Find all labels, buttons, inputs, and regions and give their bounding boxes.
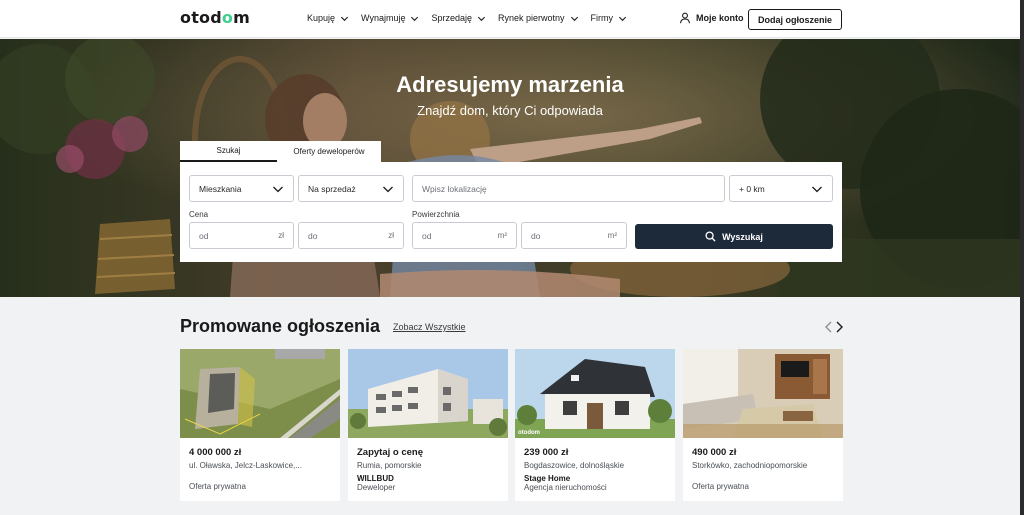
transaction-type-select[interactable]: Na sprzedaż: [298, 175, 404, 202]
chevron-down-icon: [618, 16, 627, 21]
nav-item-label: Firmy: [590, 13, 614, 23]
listing-card[interactable]: otodom 239 000 zł Bogdaszowice, dolnoślą…: [515, 349, 675, 501]
listing-location: Rumia, pomorskie: [357, 461, 422, 470]
chevron-down-icon: [383, 186, 393, 192]
logo-text-end: m: [233, 8, 250, 27]
price-from-placeholder: od: [199, 230, 209, 241]
promoted-section-title: Promowane ogłoszenia: [180, 316, 381, 336]
listing-seller-type: Oferta prywatna: [692, 482, 749, 491]
property-type-select[interactable]: Mieszkania: [189, 175, 294, 202]
area-from-placeholder: od: [422, 230, 432, 241]
top-header: otodom Kupuję Wynajmuję Sprzedaję Rynek …: [0, 0, 1020, 38]
nav-item-kupuje[interactable]: Kupuję: [307, 13, 349, 23]
area-unit: m²: [497, 231, 507, 240]
listing-seller-type: Deweloper: [357, 483, 396, 492]
carousel-arrows: [824, 321, 844, 333]
hero-title: Adresujemy marzenia: [396, 72, 624, 97]
listing-photo: [515, 349, 675, 438]
listing-card[interactable]: 490 000 zł Storkówko, zachodniopomorskie…: [683, 349, 843, 501]
listing-photo: [348, 349, 508, 438]
chevron-down-icon: [570, 16, 578, 21]
chevron-left-icon[interactable]: [824, 321, 833, 333]
listing-agency: Stage Home: [524, 474, 571, 483]
chevron-down-icon: [340, 16, 349, 21]
photo-watermark: otodom: [518, 430, 540, 436]
nav-item-rynek-pierwotny[interactable]: Rynek pierwotny: [498, 13, 579, 23]
area-unit: m²: [607, 231, 617, 240]
location-placeholder: Wpisz lokalizację: [422, 183, 487, 194]
listing-seller-type: Oferta prywatna: [189, 482, 246, 491]
location-input[interactable]: Wpisz lokalizację: [412, 175, 725, 202]
tab-szukaj[interactable]: Szukaj: [180, 141, 277, 162]
listing-seller-type: Agencja nieruchomości: [524, 483, 607, 492]
search-icon: [705, 231, 716, 242]
listing-card[interactable]: 4 000 000 zł ul. Oławska, Jelcz-Laskowic…: [180, 349, 340, 501]
chevron-down-icon: [812, 186, 822, 192]
nav-item-label: Wynajmuję: [361, 13, 406, 23]
hero-subtitle: Znajdź dom, który Ci odpowiada: [417, 103, 603, 118]
nav-item-wynajmuje[interactable]: Wynajmuję: [361, 13, 419, 23]
listing-card[interactable]: Zapytaj o cenę Rumia, pomorskie WILLBUD …: [348, 349, 508, 501]
area-to-placeholder: do: [531, 230, 541, 241]
price-to-placeholder: do: [308, 230, 318, 241]
user-icon: [679, 12, 691, 24]
area-label: Powierzchnia: [412, 210, 460, 219]
logo-text-start: otod: [180, 8, 222, 27]
listing-price: Zapytaj o cenę: [357, 447, 423, 458]
nav-item-label: Kupuję: [307, 13, 336, 23]
tab-oferty-deweloperow[interactable]: Oferty deweloperów: [277, 141, 381, 162]
area-to-input[interactable]: do m²: [521, 222, 627, 249]
add-listing-button[interactable]: Dodaj ogłoszenie: [748, 9, 842, 30]
see-all-link[interactable]: Zobacz Wszystkie: [393, 322, 466, 332]
main-nav: Kupuję Wynajmuję Sprzedaję Rynek pierwot…: [307, 13, 627, 23]
listing-price: 4 000 000 zł: [189, 447, 242, 458]
currency-unit: zł: [278, 231, 284, 240]
listing-photo: [180, 349, 340, 438]
listing-location: Storkówko, zachodniopomorskie: [692, 461, 808, 470]
listing-price: 239 000 zł: [524, 447, 569, 458]
search-button[interactable]: Wyszukaj: [635, 224, 833, 249]
chevron-down-icon: [411, 16, 419, 21]
radius-select[interactable]: + 0 km: [729, 175, 833, 202]
chevron-right-icon[interactable]: [835, 321, 844, 333]
nav-item-label: Sprzedaję: [431, 13, 472, 23]
transaction-type-value: Na sprzedaż: [308, 183, 356, 194]
logo-accent-letter: o: [221, 8, 234, 27]
nav-item-firmy[interactable]: Firmy: [591, 13, 628, 23]
listing-location: ul. Oławska, Jelcz-Laskowice,...: [189, 461, 302, 470]
page: otodom Kupuję Wynajmuję Sprzedaję Rynek …: [0, 0, 1024, 515]
chevron-down-icon: [273, 186, 283, 192]
nav-item-label: Rynek pierwotny: [498, 13, 565, 23]
area-from-input[interactable]: od m²: [412, 222, 517, 249]
price-to-input[interactable]: do zł: [298, 222, 404, 249]
chevron-down-icon: [477, 16, 486, 21]
scrollbar-track[interactable]: [1020, 0, 1024, 515]
listing-photo: [683, 349, 843, 438]
search-button-label: Wyszukaj: [722, 231, 763, 242]
nav-item-sprzedaje[interactable]: Sprzedaję: [431, 13, 486, 23]
listing-agency: WILLBUD: [357, 474, 394, 483]
search-tabs: Szukaj Oferty deweloperów: [180, 141, 381, 162]
listing-price: 490 000 zł: [692, 447, 737, 458]
radius-value: + 0 km: [739, 183, 765, 194]
property-type-value: Mieszkania: [199, 183, 242, 194]
my-account-label: Moje konto: [696, 13, 744, 23]
my-account-link[interactable]: Moje konto: [679, 12, 744, 24]
price-label: Cena: [189, 210, 209, 219]
price-from-input[interactable]: od zł: [189, 222, 294, 249]
otodom-logo[interactable]: otodom: [180, 8, 250, 27]
currency-unit: zł: [388, 231, 394, 240]
listing-location: Bogdaszowice, dolnośląskie: [524, 461, 625, 470]
